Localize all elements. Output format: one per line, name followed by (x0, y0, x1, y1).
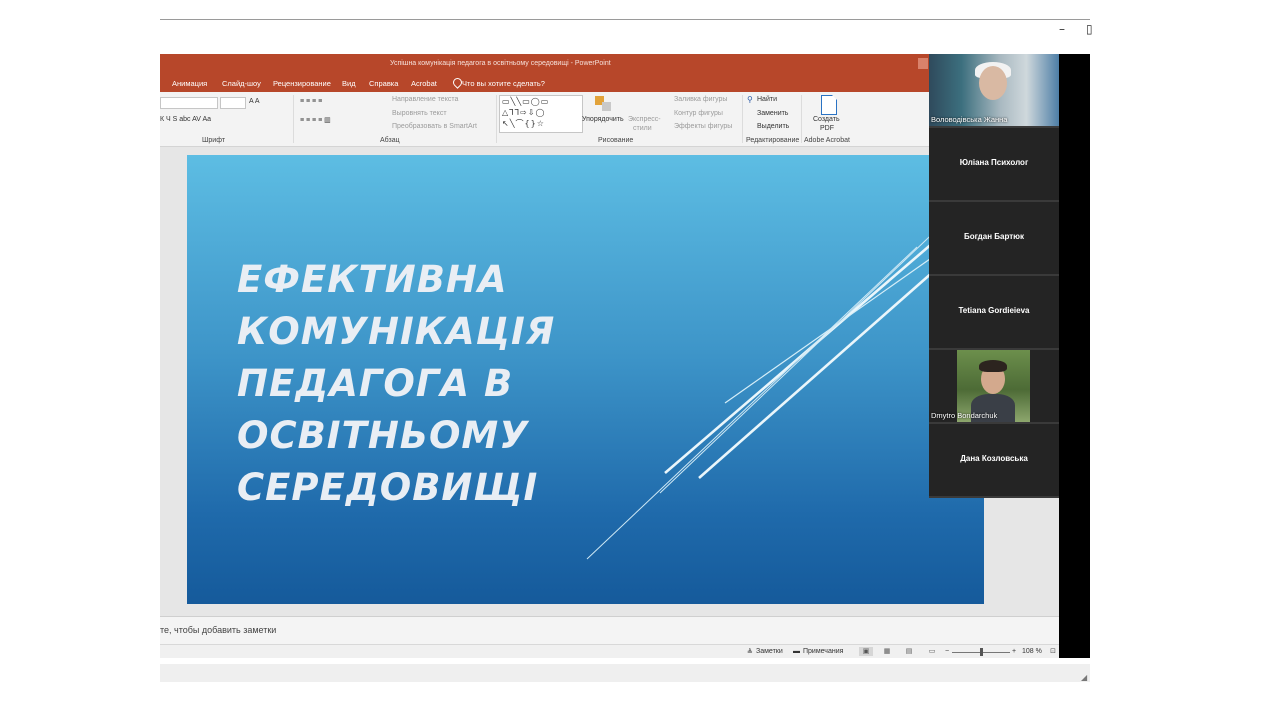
replace-button[interactable]: Заменить (757, 110, 788, 117)
tab-help[interactable]: Справка (369, 79, 398, 88)
participant-name: Юліана Психолог (959, 158, 1029, 167)
normal-view-icon[interactable]: ▣ (859, 647, 873, 656)
slide-sorter-icon[interactable]: ▦ (880, 647, 894, 656)
font-size-field[interactable] (220, 97, 246, 109)
quick-styles-button-line2[interactable]: стили (633, 125, 652, 132)
select-button[interactable]: Выделить (757, 123, 789, 130)
group-divider (801, 95, 802, 143)
tab-review[interactable]: Рецензирование (273, 79, 331, 88)
comments-icon: ▬ (793, 648, 800, 655)
list-buttons[interactable]: ≡ ≡ ≡ ≡ (300, 98, 322, 105)
ribbon: A A К Ч S abc AV Aa Шрифт ≡ ≡ ≡ ≡ ≡ ≡ ≡ … (160, 92, 930, 147)
drawing-group-label: Рисование (598, 137, 634, 144)
tab-view[interactable]: Вид (342, 79, 356, 88)
panel-background (1059, 54, 1090, 658)
outer-divider (160, 19, 1090, 20)
shape-fill-button[interactable]: Заливка фигуры (674, 96, 727, 103)
zoom-level[interactable]: 108 % (1022, 648, 1042, 655)
find-button[interactable]: Найти (757, 96, 777, 103)
minimize-icon[interactable]: – (1059, 22, 1065, 36)
fit-icon[interactable]: ⊡ (1046, 647, 1060, 656)
pdf-icon (821, 95, 837, 115)
slide-title-line: СЕРЕДОВИЩІ (237, 466, 539, 509)
search-icon: ⚲ (747, 95, 753, 104)
slide-title-line: ПЕДАГОГА В ОСВІТНЬОМУ (237, 362, 529, 457)
titlebar-button[interactable] (918, 58, 928, 69)
shape-outline-button[interactable]: Контур фигуры (674, 110, 723, 117)
tab-slideshow[interactable]: Слайд-шоу (222, 79, 261, 88)
text-direction-button[interactable]: Направление текста (392, 96, 458, 103)
notes-icon: ≜ (747, 649, 753, 656)
participant-name: Dmytro Bondarchuk (931, 411, 998, 420)
participant-tile[interactable]: Богдан Бартюк (929, 202, 1059, 276)
status-bar: ≜ Заметки ▬ Примечания ▣ ▦ ▤ ▭ − + 108 %… (160, 644, 1090, 658)
zoom-slider-handle[interactable] (980, 648, 983, 656)
shapes-gallery[interactable]: ▭╲╲▭◯▭ △⅂⅂⇨⇩◯ ↖╲⌒{}☆ (499, 95, 583, 133)
font-format-buttons[interactable]: К Ч S abc AV Aa (160, 116, 211, 123)
arrange-button[interactable]: Упорядочить (582, 116, 624, 123)
group-divider (496, 95, 497, 143)
slide-title-line: ЕФЕКТИВНА КОМУНІКАЦІЯ (237, 258, 556, 353)
participant-name: Воловодівська Жанна (931, 115, 1008, 124)
create-pdf-button-line2[interactable]: PDF (820, 125, 834, 132)
shape-effects-button[interactable]: Эффекты фигуры (674, 123, 732, 130)
comments-button[interactable]: Примечания (803, 648, 843, 655)
tell-me-search[interactable]: Что вы хотите сделать? (462, 79, 545, 88)
participant-tile[interactable]: Tetiana Gordieieva (929, 276, 1059, 350)
convert-smartart-button[interactable]: Преобразовать в SmartArt (392, 123, 477, 130)
participant-name: Богдан Бартюк (964, 232, 1024, 241)
ribbon-tabs: Анимация Слайд-шоу Рецензирование Вид Сп… (160, 74, 930, 92)
group-divider (742, 95, 743, 143)
notes-button[interactable]: Заметки (756, 648, 783, 655)
font-name-field[interactable] (160, 97, 218, 109)
participant-tile[interactable]: Dmytro Bondarchuk (929, 350, 1059, 424)
participant-face (979, 66, 1007, 100)
participant-name: Дана Козловська (960, 454, 1028, 463)
window-title: Успішна комунікація педагога в освітньом… (390, 60, 611, 67)
participant-name: Tetiana Gordieieva (958, 306, 1030, 315)
powerpoint-titlebar: Успішна комунікація педагога в освітньом… (160, 54, 930, 74)
participant-tile[interactable]: Воловодівська Жанна (929, 54, 1059, 128)
editing-group-label: Редактирование (746, 137, 800, 144)
tab-animation[interactable]: Анимация (172, 79, 207, 88)
slide[interactable]: ЕФЕКТИВНА КОМУНІКАЦІЯ ПЕДАГОГА В ОСВІТНЬ… (187, 155, 984, 604)
participant-tile[interactable]: Юліана Психолог (929, 128, 1059, 202)
notes-pane[interactable]: те, чтобы добавить заметки (160, 616, 1090, 645)
slideshow-icon[interactable]: ▭ (925, 647, 939, 656)
bottom-bar (160, 664, 1090, 682)
paragraph-group-label: Абзац (380, 137, 400, 144)
maximize-icon[interactable]: ▯ (1086, 22, 1093, 36)
reading-view-icon[interactable]: ▤ (902, 647, 916, 656)
slide-title[interactable]: ЕФЕКТИВНА КОМУНІКАЦІЯ ПЕДАГОГА В ОСВІТНЬ… (237, 254, 797, 514)
group-divider (293, 95, 294, 143)
notes-placeholder: те, чтобы добавить заметки (160, 625, 277, 635)
align-buttons[interactable]: ≡ ≡ ≡ ≡ ▥ (300, 116, 331, 124)
quick-styles-button[interactable]: Экспресс- (628, 116, 661, 123)
participants-panel: Воловодівська Жанна Юліана Психолог Богд… (929, 54, 1059, 500)
participant-tile[interactable]: Дана Козловська (929, 424, 1059, 498)
font-size-buttons[interactable]: A A (249, 98, 260, 105)
zoom-out-button[interactable]: − (945, 648, 949, 655)
acrobat-group-label: Adobe Acrobat (804, 137, 850, 144)
create-pdf-button[interactable]: Создать (813, 116, 840, 123)
font-group-label: Шрифт (202, 137, 226, 144)
tab-acrobat[interactable]: Acrobat (411, 79, 437, 88)
resize-grip-icon[interactable]: ◢ (1081, 673, 1087, 682)
align-text-button[interactable]: Выровнять текст (392, 110, 447, 117)
arrange-icon (595, 96, 613, 112)
zoom-in-button[interactable]: + (1012, 648, 1016, 655)
participant-hair (979, 360, 1007, 372)
